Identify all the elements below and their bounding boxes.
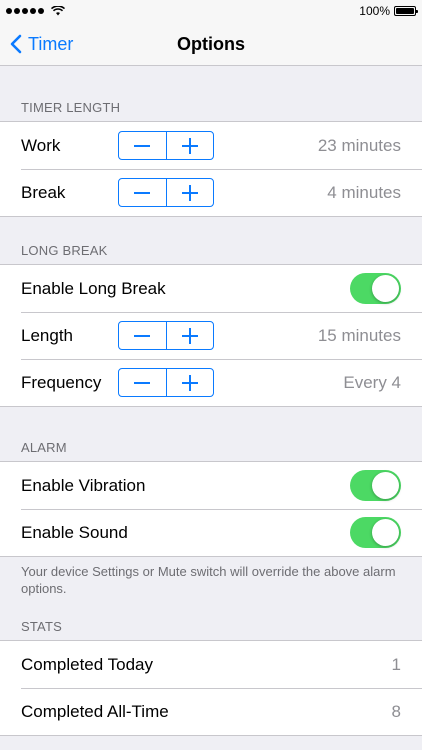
alarm-footer-note: Your device Settings or Mute switch will… <box>21 564 396 596</box>
completed-today-row: Completed Today 1 <box>0 641 422 688</box>
long-break-length-stepper <box>118 321 214 350</box>
battery-percentage: 100% <box>359 4 390 18</box>
completed-today-label: Completed Today <box>21 654 153 674</box>
plus-icon <box>181 137 198 154</box>
frequency-row: Frequency Every 4 <box>0 359 422 406</box>
frequency-increment-button[interactable] <box>165 369 214 396</box>
long-break-length-row: Length 15 minutes <box>0 312 422 359</box>
completed-today-value: 1 <box>391 654 401 674</box>
long-break-group: Enable Long Break Length 15 minutes Freq… <box>0 264 422 407</box>
page-title: Options <box>177 34 245 54</box>
frequency-value: Every 4 <box>343 372 401 392</box>
section-header-timer-length: TIMER LENGTH <box>21 100 121 115</box>
toggle-knob <box>372 472 399 499</box>
wifi-icon <box>51 6 65 16</box>
minus-icon <box>134 334 151 337</box>
toggle-knob <box>372 519 399 546</box>
status-bar: 100% <box>0 0 422 22</box>
plus-icon <box>181 327 198 344</box>
long-break-length-decrement-button[interactable] <box>119 322 166 349</box>
enable-sound-label: Enable Sound <box>21 522 128 542</box>
enable-sound-toggle[interactable] <box>350 517 401 548</box>
enable-long-break-toggle[interactable] <box>350 273 401 304</box>
work-row: Work 23 minutes <box>0 122 422 169</box>
long-break-length-value: 15 minutes <box>317 325 401 345</box>
timer-length-group: Work 23 minutes Break 4 minutes <box>0 121 422 217</box>
enable-vibration-label: Enable Vibration <box>21 475 146 495</box>
alarm-group: Enable Vibration Enable Sound <box>0 461 422 557</box>
break-value: 4 minutes <box>327 182 401 202</box>
enable-long-break-row: Enable Long Break <box>0 265 422 312</box>
work-increment-button[interactable] <box>165 132 214 159</box>
completed-all-time-label: Completed All-Time <box>21 701 169 721</box>
break-label: Break <box>21 182 66 202</box>
plus-icon <box>181 184 198 201</box>
navigation-bar: Timer Options <box>0 22 422 66</box>
break-stepper <box>118 178 214 207</box>
plus-icon <box>181 374 198 391</box>
completed-all-time-value: 8 <box>391 701 401 721</box>
enable-sound-row: Enable Sound <box>0 509 422 556</box>
frequency-stepper <box>118 368 214 397</box>
section-header-long-break: LONG BREAK <box>21 243 108 258</box>
signal-strength-icon <box>6 6 65 16</box>
minus-icon <box>134 144 151 147</box>
minus-icon <box>134 381 151 384</box>
frequency-decrement-button[interactable] <box>119 369 166 396</box>
break-decrement-button[interactable] <box>119 179 166 206</box>
enable-vibration-toggle[interactable] <box>350 470 401 501</box>
stats-group: Completed Today 1 Completed All-Time 8 <box>0 640 422 736</box>
section-header-alarm: ALARM <box>21 440 67 455</box>
toggle-knob <box>372 275 399 302</box>
enable-vibration-row: Enable Vibration <box>0 462 422 509</box>
section-header-stats: STATS <box>21 619 62 634</box>
work-label: Work <box>21 135 61 155</box>
work-stepper <box>118 131 214 160</box>
battery-icon <box>394 6 418 16</box>
break-row: Break 4 minutes <box>0 169 422 216</box>
long-break-length-label: Length <box>21 325 73 345</box>
work-decrement-button[interactable] <box>119 132 166 159</box>
break-increment-button[interactable] <box>165 179 214 206</box>
frequency-label: Frequency <box>21 372 102 392</box>
enable-long-break-label: Enable Long Break <box>21 278 166 298</box>
minus-icon <box>134 191 151 194</box>
completed-all-time-row: Completed All-Time 8 <box>0 688 422 735</box>
work-value: 23 minutes <box>317 135 401 155</box>
long-break-length-increment-button[interactable] <box>165 322 214 349</box>
